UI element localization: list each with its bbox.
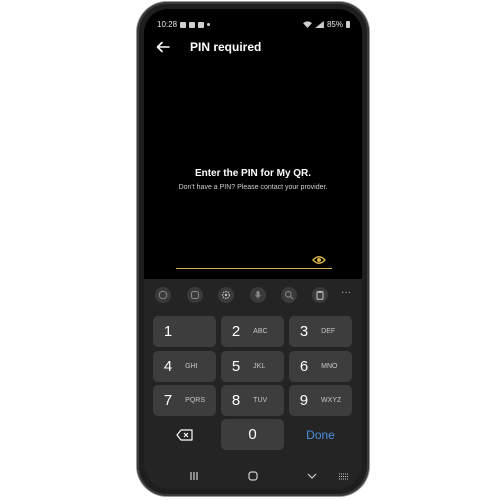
home-icon[interactable] [247,470,259,482]
done-label: Done [306,427,335,442]
pin-prompt-heading: Enter the PIN for My QR. [194,168,312,179]
numeric-keyboard: ··· 1 2 ABC 3 DEF 4 GHI 5 JKL 6 MNO 7 PQ… [144,279,362,469]
screen: 10:28 85% PIN required Enter the PIN for… [144,9,362,489]
microphone-icon[interactable] [250,287,266,303]
search-icon[interactable] [281,287,297,303]
gallery-icon [198,21,205,28]
pin-input[interactable] [176,268,332,269]
signal-icon [315,21,324,28]
key-digit: 4 [163,358,173,375]
key-letters: GHI [185,363,198,370]
emoji-icon[interactable] [155,287,171,303]
key-7[interactable]: 7 PQRS [153,385,216,416]
status-time: 10:28 [157,20,178,29]
key-5[interactable]: 5 JKL [221,351,284,382]
key-9[interactable]: 9 WXYZ [289,385,352,416]
status-bar: 10:28 85% [144,9,362,33]
key-digit: 7 [163,392,173,409]
back-down-icon[interactable] [306,470,318,482]
pin-prompt: Enter the PIN for My QR. Don't have a PI… [144,168,362,191]
key-3[interactable]: 3 DEF [289,316,352,347]
key-4[interactable]: 4 GHI [153,351,216,382]
notification-icon [180,21,187,28]
key-letters: TUV [253,397,268,404]
more-icon[interactable]: ··· [338,288,354,301]
key-letters: WXYZ [321,397,342,404]
key-digit: 0 [248,426,257,443]
wifi-icon [303,21,312,28]
navigation-bar [144,461,362,489]
key-digit: 5 [231,358,241,375]
key-letters: JKL [253,363,266,370]
key-letters: DEF [321,328,336,335]
keyboard-toolbar: ··· [144,283,362,307]
key-digit: 8 [231,392,241,409]
battery-icon [346,21,350,28]
app-bar: PIN required [144,37,362,57]
key-digit: 1 [163,323,173,340]
key-0[interactable]: 0 [221,419,284,450]
status-left: 10:28 [157,20,211,29]
key-letters: PQRS [185,397,206,404]
recent-apps-icon[interactable] [188,470,200,482]
key-2[interactable]: 2 ABC [221,316,284,347]
eye-icon[interactable] [312,255,326,265]
more-notifications-icon [207,23,211,26]
keyboard-icon[interactable] [338,470,350,482]
key-8[interactable]: 8 TUV [221,385,284,416]
done-button[interactable]: Done [289,419,352,450]
status-right: 85% [303,20,350,29]
back-arrow-icon[interactable] [155,39,171,55]
key-letters: ABC [253,328,268,335]
backspace-button[interactable] [153,419,216,450]
clipboard-icon[interactable] [312,287,328,303]
message-icon [189,21,196,28]
key-digit: 9 [299,392,309,409]
backspace-icon [175,428,193,441]
key-digit: 6 [299,358,309,375]
settings-icon[interactable] [218,287,234,303]
key-digit: 2 [231,323,241,340]
page-title: PIN required [190,40,262,54]
key-digit: 3 [299,323,309,340]
sticker-icon[interactable] [187,287,203,303]
key-letters: MNO [321,363,338,370]
battery-level: 85% [326,20,343,29]
key-6[interactable]: 6 MNO [289,351,352,382]
key-1[interactable]: 1 [153,316,216,347]
pin-prompt-subtext: Don't have a PIN? Please contact your pr… [178,184,328,191]
